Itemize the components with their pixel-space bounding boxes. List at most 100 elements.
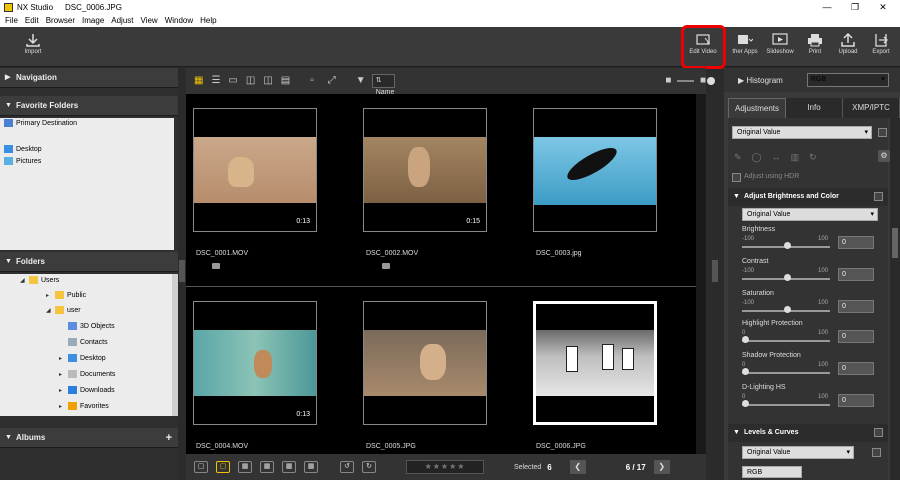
slider-value[interactable]: 0 <box>838 362 874 375</box>
menu-file[interactable]: File <box>5 16 18 25</box>
preset-checkbox[interactable] <box>878 128 887 137</box>
shadow-protection-slider[interactable]: Shadow Protection 0 100 0 <box>742 352 874 382</box>
section-header[interactable]: ▼ Adjust Brightness and Color <box>728 188 888 206</box>
minimize-icon[interactable]: — <box>812 0 842 14</box>
slider-track[interactable] <box>742 404 830 406</box>
thumbnail-item-selected[interactable]: DSC_0006.JPG <box>526 301 696 471</box>
menu-adjust[interactable]: Adjust <box>111 16 133 25</box>
slider-knob[interactable] <box>784 306 791 313</box>
fit-screen-icon[interactable]: ⤢ <box>328 75 336 87</box>
filter-icon[interactable]: ▼ <box>356 75 366 87</box>
levels-channel-select[interactable]: RGB <box>742 466 802 478</box>
compare-view-icon[interactable]: ◫ <box>246 75 255 87</box>
thumbnail-item[interactable]: 0:13 DSC_0001.MOV <box>186 108 356 278</box>
slider-value[interactable]: 0 <box>838 300 874 313</box>
levels-preset-checkbox[interactable] <box>872 448 881 457</box>
slider-value[interactable]: 0 <box>838 268 874 281</box>
tree-item[interactable]: ▸ Desktop <box>0 353 174 365</box>
hdr-checkbox[interactable] <box>732 173 741 182</box>
slideshow-button[interactable]: Slideshow <box>761 31 799 63</box>
scroll-thumb[interactable] <box>892 228 898 258</box>
favorite-folders-header[interactable]: ▼ Favorite Folders <box>0 96 178 116</box>
thumbnail-size-slider[interactable] <box>677 77 716 85</box>
tab-xmp-iptc[interactable]: XMP/IPTC <box>843 98 900 118</box>
right-scrollbar[interactable] <box>890 118 900 480</box>
section-checkbox[interactable] <box>874 192 883 201</box>
slider-knob[interactable] <box>784 274 791 281</box>
menu-browser[interactable]: Browser <box>46 16 75 25</box>
add-album-icon[interactable]: + <box>166 428 172 448</box>
thumbnail-item[interactable]: DSC_0005.JPG <box>356 301 526 471</box>
menu-edit[interactable]: Edit <box>25 16 39 25</box>
tab-info[interactable]: Info <box>786 98 843 118</box>
slider-track[interactable] <box>742 340 830 342</box>
tree-item[interactable]: ▸ Public <box>0 290 174 302</box>
compare-icon[interactable]: ▢ <box>216 461 230 473</box>
gear-icon[interactable]: ⚙ <box>878 150 890 162</box>
tree-item[interactable]: ▸ Documents <box>0 369 174 381</box>
slider-knob[interactable] <box>784 242 791 249</box>
previous-icon[interactable]: ❮ <box>569 460 586 474</box>
restore-icon[interactable]: ❐ <box>840 0 870 14</box>
list-item[interactable]: Pictures <box>0 156 174 168</box>
saturation-slider[interactable]: Saturation -100 100 0 <box>742 290 874 320</box>
tree-item[interactable]: ▸ Favorites <box>0 401 174 413</box>
slider-track[interactable] <box>742 372 830 374</box>
thumbnail-size-icon[interactable]: ■ <box>665 75 671 87</box>
folder-scrollbar[interactable] <box>172 274 178 416</box>
single-view-icon[interactable]: ▭ <box>228 75 237 87</box>
filmstrip-icon[interactable]: ▫ <box>310 75 314 87</box>
slider-value[interactable]: 0 <box>838 330 874 343</box>
histogram-icon[interactable]: ▦ <box>282 461 296 473</box>
albums-header[interactable]: ▼ Albums + <box>0 428 178 448</box>
close-icon[interactable]: ✕ <box>868 0 898 14</box>
thumbnail-item[interactable]: 0:15 DSC_0002.MOV <box>356 108 526 278</box>
list-view-icon[interactable]: ☰ <box>211 75 220 87</box>
menu-view[interactable]: View <box>141 16 158 25</box>
tab-adjustments[interactable]: Adjustments <box>728 98 786 118</box>
navigation-header[interactable]: ▶ Navigation <box>0 68 178 88</box>
grid-view-icon[interactable]: ▦ <box>194 75 203 87</box>
other-apps-button[interactable]: ther Apps <box>726 31 764 63</box>
compare-two-icon[interactable]: ◫ <box>263 75 272 87</box>
channel-select[interactable]: RGB ▾ <box>806 73 889 87</box>
levels-preset-select[interactable]: Original Value ▾ <box>742 446 854 459</box>
rotate-left-icon[interactable]: ↺ <box>340 461 354 473</box>
histogram-header[interactable]: ▶ Histogram <box>738 76 783 85</box>
folders-header[interactable]: ▼ Folders <box>0 252 178 272</box>
levels-checkbox[interactable] <box>874 428 883 437</box>
large-thumb-icon[interactable]: ■ <box>700 75 706 87</box>
grid-overlay-icon[interactable]: ▦ <box>260 461 274 473</box>
export-button[interactable]: Export <box>862 31 900 63</box>
levels-header[interactable]: ▼ Levels & Curves <box>728 424 888 442</box>
tree-item[interactable]: ▸ Downloads <box>0 385 174 397</box>
slider-knob[interactable] <box>742 336 749 343</box>
tree-item[interactable]: 3D Objects <box>0 321 174 333</box>
menu-help[interactable]: Help <box>200 16 216 25</box>
crop-icon[interactable]: ▦ <box>238 461 252 473</box>
d-lighting-hs-slider[interactable]: D-Lighting HS 0 100 0 <box>742 384 874 414</box>
contrast-slider[interactable]: Contrast -100 100 0 <box>742 258 874 288</box>
tool-icons[interactable]: ✎◯↔▥↻ <box>734 152 884 164</box>
preset-select[interactable]: Original Value ▾ <box>732 126 872 139</box>
slider-value[interactable]: 0 <box>838 236 874 249</box>
right-collapse-handle[interactable] <box>712 260 718 282</box>
highlight-protection-slider[interactable]: Highlight Protection 0 100 0 <box>742 320 874 350</box>
tree-item[interactable]: ◢ Users <box>0 275 174 287</box>
thumbnail-item[interactable]: 0:13 DSC_0004.MOV <box>186 301 356 471</box>
slider-value[interactable]: 0 <box>838 394 874 407</box>
menu-image[interactable]: Image <box>82 16 104 25</box>
list-item[interactable]: Desktop <box>0 144 174 156</box>
section-preset-select[interactable]: Original Value ▾ <box>742 208 878 221</box>
left-collapse-handle[interactable] <box>179 260 185 282</box>
info-icon[interactable]: ▦ <box>304 461 318 473</box>
next-icon[interactable]: ❯ <box>653 460 670 474</box>
map-view-icon[interactable]: ▤ <box>281 75 290 87</box>
list-item[interactable]: Primary Destination <box>0 118 174 130</box>
stack-icon[interactable]: ▢ <box>194 461 208 473</box>
rotate-right-icon[interactable]: ↻ <box>362 461 376 473</box>
menu-window[interactable]: Window <box>165 16 193 25</box>
brightness-slider[interactable]: Brightness -100 100 0 <box>742 226 874 256</box>
tree-item[interactable]: ◢ user <box>0 305 174 317</box>
tree-item[interactable]: Contacts <box>0 337 174 349</box>
